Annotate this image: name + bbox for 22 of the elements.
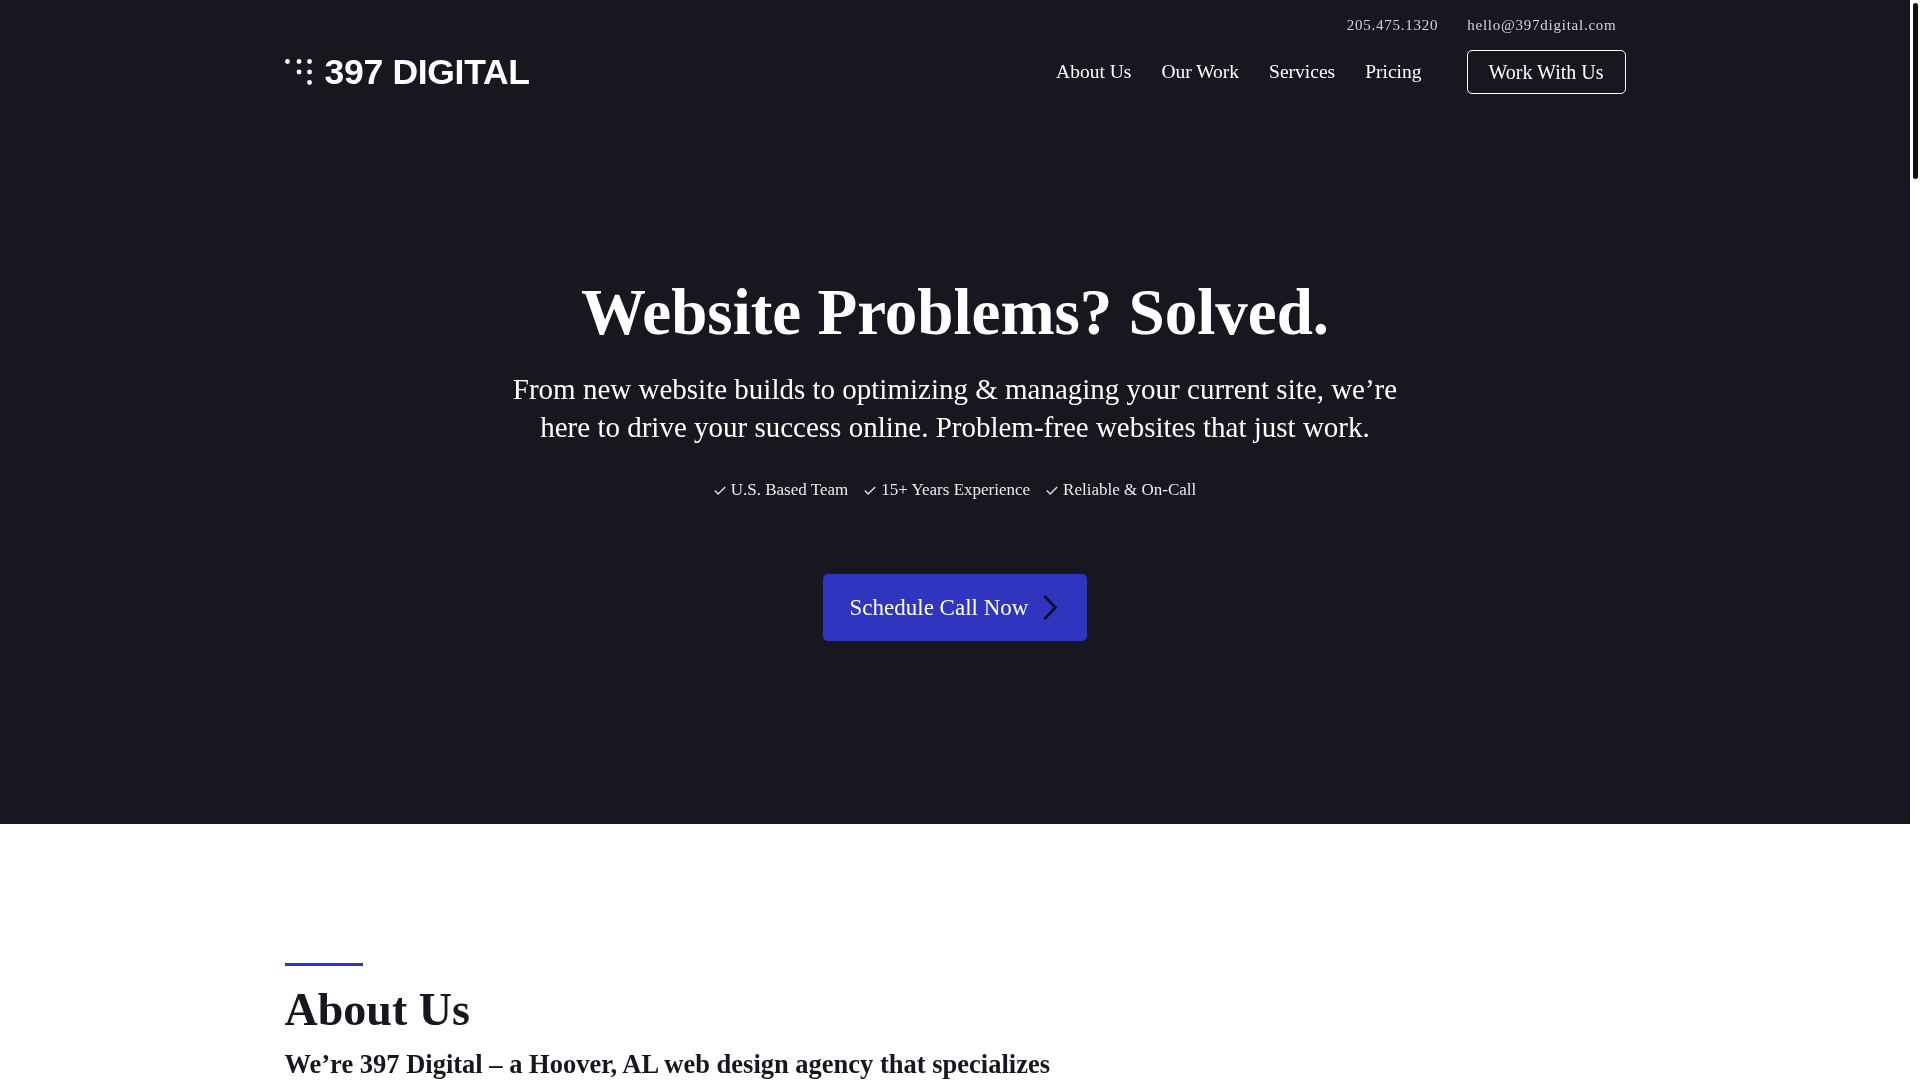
feature-text: 15+ Years Experience [881, 479, 1031, 501]
scrollbar-thumb[interactable] [1912, 3, 1918, 179]
email-link[interactable]: hello@397digital.com [1467, 15, 1617, 35]
feature-text: Reliable & On-Call [1063, 479, 1197, 501]
phone-link[interactable]: 205.475.1320 [1346, 15, 1439, 35]
nav-link[interactable]: Pricing [1365, 60, 1422, 84]
check-icon [864, 485, 877, 495]
dots-icon [284, 59, 312, 85]
hero-subtitle: From new website builds to optimizing & managing your current site, we’re here to drive your success online. Problem-free websites that just work. [511, 372, 1399, 445]
hero-title: Website Problems? Solved. [580, 275, 1330, 350]
nav-link[interactable]: About Us [1056, 60, 1132, 84]
feature-text: U.S. Based Team [730, 479, 849, 501]
work-with-us-button[interactable]: Work With Us [1466, 50, 1626, 94]
section-heading: About Us [284, 983, 471, 1037]
check-icon [713, 485, 726, 495]
schedule-call-button[interactable]: Schedule Call Now [822, 574, 1088, 641]
chevron-icon [1043, 595, 1058, 620]
nav-link[interactable]: Our Work [1161, 60, 1240, 84]
nav-link[interactable]: Services [1269, 60, 1336, 84]
intro-text: We’re 397 Digital – a Hoover, AL web design agency that specializes [284, 1049, 1050, 1079]
logo-text[interactable]: 397 DIGITAL [324, 54, 530, 90]
check-icon [1046, 485, 1059, 495]
